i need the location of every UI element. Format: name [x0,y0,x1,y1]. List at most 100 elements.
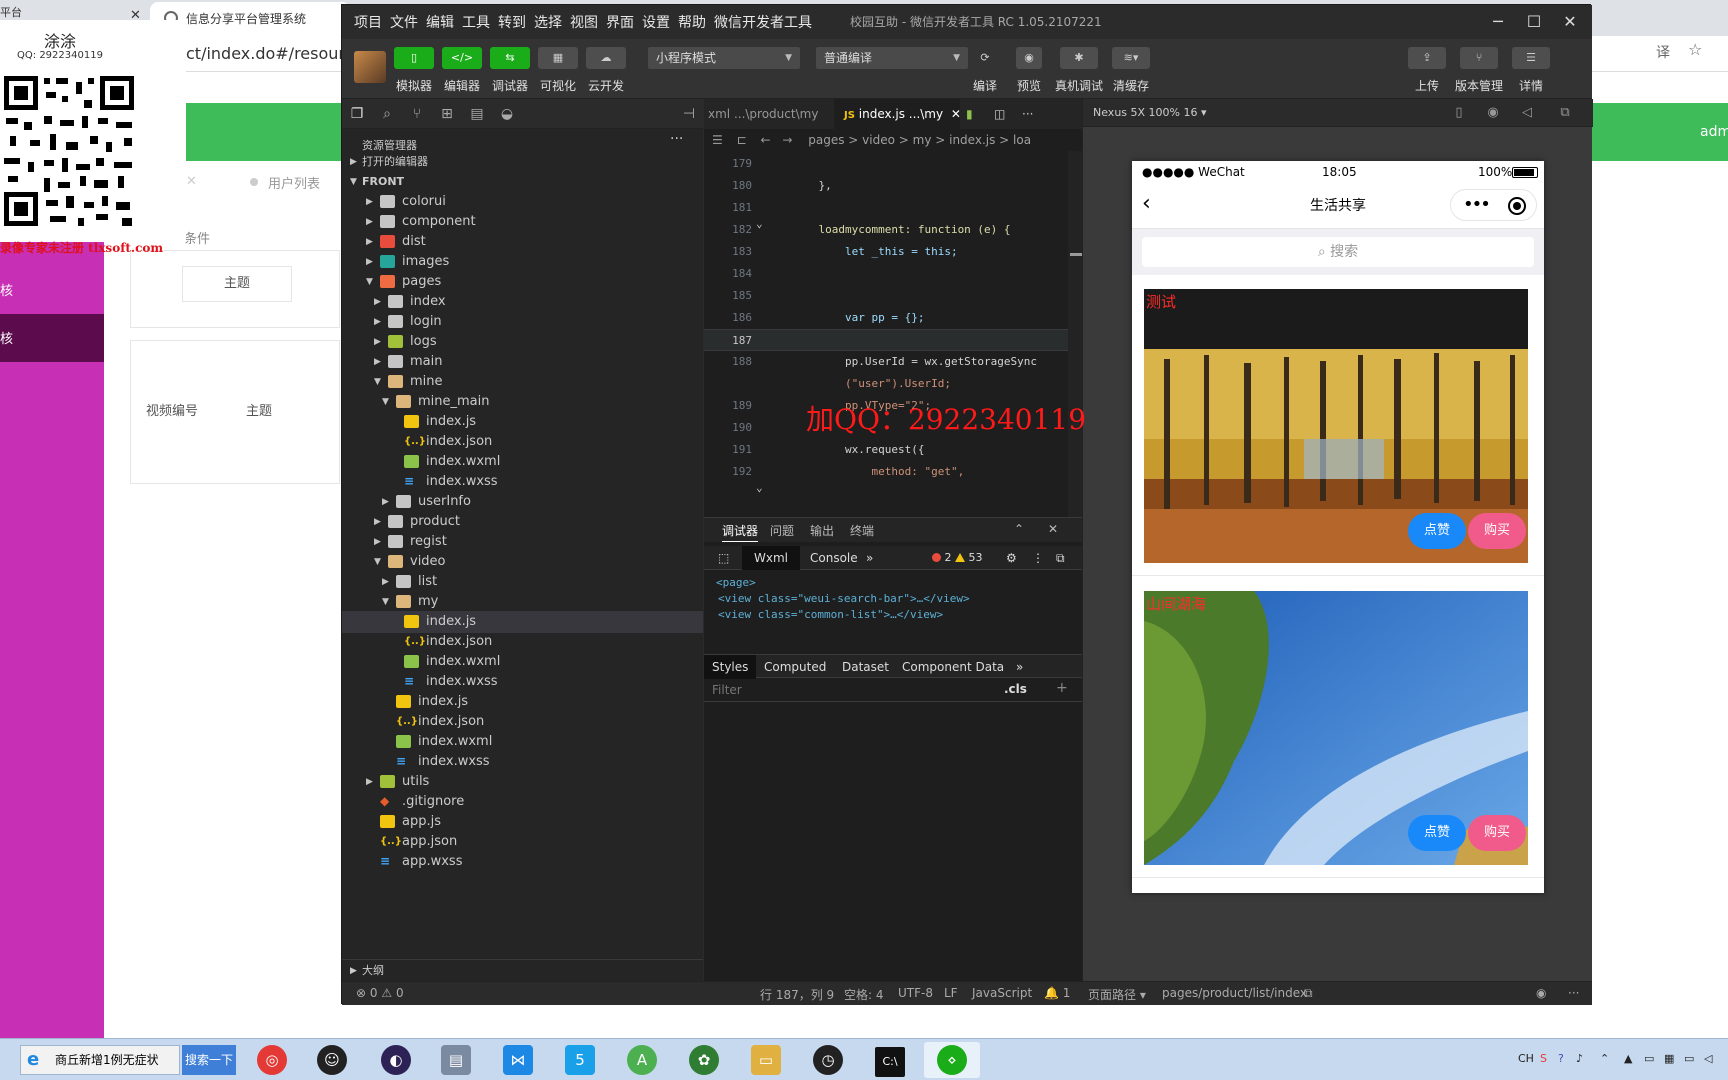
chevron-right-icon[interactable]: ▶ [374,351,384,373]
tree-folder[interactable]: ▶ colorui [342,191,703,213]
files-icon[interactable]: ❐ [348,105,366,123]
language-mode[interactable]: JavaScript [972,986,1032,1000]
wxml-node[interactable]: <view class="weui-search-bar">…</view> [718,592,970,605]
code-line[interactable]: 183 let _this = this; [704,241,1082,263]
chevron-down-icon[interactable]: ▼ [382,591,392,613]
recorder-app[interactable]: ◷ [800,1042,856,1078]
sidebar-item-active[interactable]: 核 [0,314,104,362]
tree-folder[interactable]: ▶ userInfo [342,491,703,513]
code-line[interactable]: 188 pp.UserId = wx.getStorageSync [704,351,1082,373]
version-button[interactable]: ⑂ [1460,47,1498,69]
extensions-icon[interactable]: ⊞ [438,105,456,123]
like-button[interactable]: 点赞 [1408,815,1466,851]
tab-component-data[interactable]: Component Data [894,655,1012,679]
android-studio-app[interactable]: A [614,1042,670,1078]
tree-file[interactable]: index.js [342,611,703,633]
tree-file[interactable]: {..} index.json [342,711,703,733]
editor-scrollbar[interactable] [1068,151,1082,517]
scrollbar-thumb[interactable] [1070,253,1082,256]
chevron-down-icon[interactable]: ▼ [374,371,384,393]
buy-button[interactable]: 购买 [1468,513,1526,549]
wxml-node[interactable]: <view class="common-list">…</view> [718,608,943,621]
menu-view[interactable]: 视图 [570,12,598,32]
code-line[interactable]: 185 [704,285,1082,307]
chevron-down-icon[interactable]: ▼ [374,551,384,573]
chevron-right-icon[interactable]: ▶ [374,291,384,313]
buy-button[interactable]: 购买 [1468,815,1526,851]
compile-select[interactable]: 普通编译 ▼ [816,47,968,69]
more-tabs-icon[interactable]: » [854,546,885,570]
close-icon[interactable]: ✕ [951,107,961,121]
translate-icon[interactable]: 译 [1656,42,1676,62]
upload-button[interactable]: ⇪ [1408,47,1446,69]
maximize-icon[interactable]: ☐ [1516,9,1552,35]
fold-icon[interactable]: ⌄ [756,481,763,494]
popout-icon[interactable]: ⧉ [1557,105,1573,121]
tree-folder[interactable]: ▼ pages [342,271,703,293]
more-icon[interactable]: ··· [1022,99,1033,129]
editor-tab-index-js[interactable]: JS index.js ...\my ✕ [834,99,961,129]
tree-file[interactable]: {..} index.json [342,631,703,653]
menu-devtools[interactable]: 微信开发者工具 [714,12,812,32]
tree-folder[interactable]: ▼ video [342,551,703,573]
vscode-app[interactable]: ⋈ [490,1042,546,1078]
tree-folder[interactable]: ▶ regist [342,531,703,553]
chevron-right-icon[interactable]: ▶ [366,231,376,253]
tree-folder[interactable]: ▼ mine [342,371,703,393]
chevron-up-icon[interactable]: ⌃ [1014,522,1024,536]
close-icon[interactable]: ✕ [186,174,197,189]
tree-folder[interactable]: ▶ images [342,251,703,273]
menu-tools[interactable]: 工具 [462,12,490,32]
tree-folder[interactable]: ▼ my [342,591,703,613]
chevron-up-icon[interactable]: ⌃ [1600,1052,1609,1065]
tree-file[interactable]: ≡ index.wxss [342,751,703,773]
root-folder[interactable]: ▼ FRONT [342,171,703,193]
copy-icon[interactable]: ⧉ [1304,986,1313,1001]
menu-select[interactable]: 选择 [534,12,562,32]
git-icon[interactable]: ⑂ [408,105,426,123]
chevron-right-icon[interactable]: ▶ [366,251,376,273]
chevron-right-icon[interactable]: ▶ [374,331,384,353]
code-line[interactable]: 181 [704,197,1082,219]
avatar[interactable] [354,51,386,83]
tree-folder[interactable]: ▶ index [342,291,703,313]
problems-indicator[interactable]: ⊗ 0 ⚠ 0 [356,986,404,1000]
close-capsule-icon[interactable] [1508,197,1526,215]
menu-project[interactable]: 项目 [354,12,382,32]
tab-terminal[interactable]: 终端 [850,522,874,539]
url-text[interactable]: ct/index.do#/resources_ [186,42,346,66]
chevron-right-icon[interactable]: ▶ [366,771,376,793]
chevron-right-icon[interactable]: ▶ [382,491,392,513]
cls-toggle[interactable]: .cls [1004,682,1027,696]
display-icon[interactable]: ▭ [1684,1052,1694,1065]
indentation[interactable]: 空格: 4 [844,986,884,1003]
storage-icon[interactable]: ▤ [468,105,486,123]
tree-file[interactable]: index.wxml [342,731,703,753]
code-line[interactable]: 184 [704,263,1082,285]
menu-capsule[interactable]: ••• [1450,189,1537,221]
encoding[interactable]: UTF-8 [898,986,933,1000]
close-icon[interactable]: ✕ [1552,9,1588,35]
cursor-position[interactable]: 行 187，列 9 [760,986,834,1003]
phone-icon[interactable]: ▯ [1451,105,1467,121]
cloud-button[interactable]: ☁ [586,47,626,69]
menu-settings[interactable]: 设置 [642,12,670,32]
code-line[interactable]: 186 var pp = {}; [704,307,1082,329]
code-line[interactable]: 191 wx.request({ [704,439,1082,461]
menu-interface[interactable]: 界面 [606,12,634,32]
tree-file[interactable]: app.js [342,811,703,833]
tab-debugger[interactable]: 调试器 [722,522,759,542]
ie-search-box[interactable]: e 商丘新增1例无症状 [20,1045,180,1075]
more-icon[interactable]: ··· [1568,986,1579,1000]
list-item[interactable]: 山间湖海 点赞 购买 [1144,591,1528,865]
tree-file[interactable]: {..} index.json [342,431,703,453]
tree-file[interactable]: ≡ index.wxss [342,471,703,493]
search-button[interactable]: 搜索一下 [182,1045,236,1075]
like-button[interactable]: 点赞 [1408,513,1466,549]
split-editor-icon[interactable]: ◫ [994,99,1005,129]
chevron-right-icon[interactable]: ▶ [382,571,392,593]
devtools-app[interactable]: ⋄ [924,1042,980,1078]
battery-icon[interactable]: ▭ [1644,1052,1654,1065]
tab-output[interactable]: 输出 [810,522,834,539]
tree-folder[interactable]: ▶ utils [342,771,703,793]
